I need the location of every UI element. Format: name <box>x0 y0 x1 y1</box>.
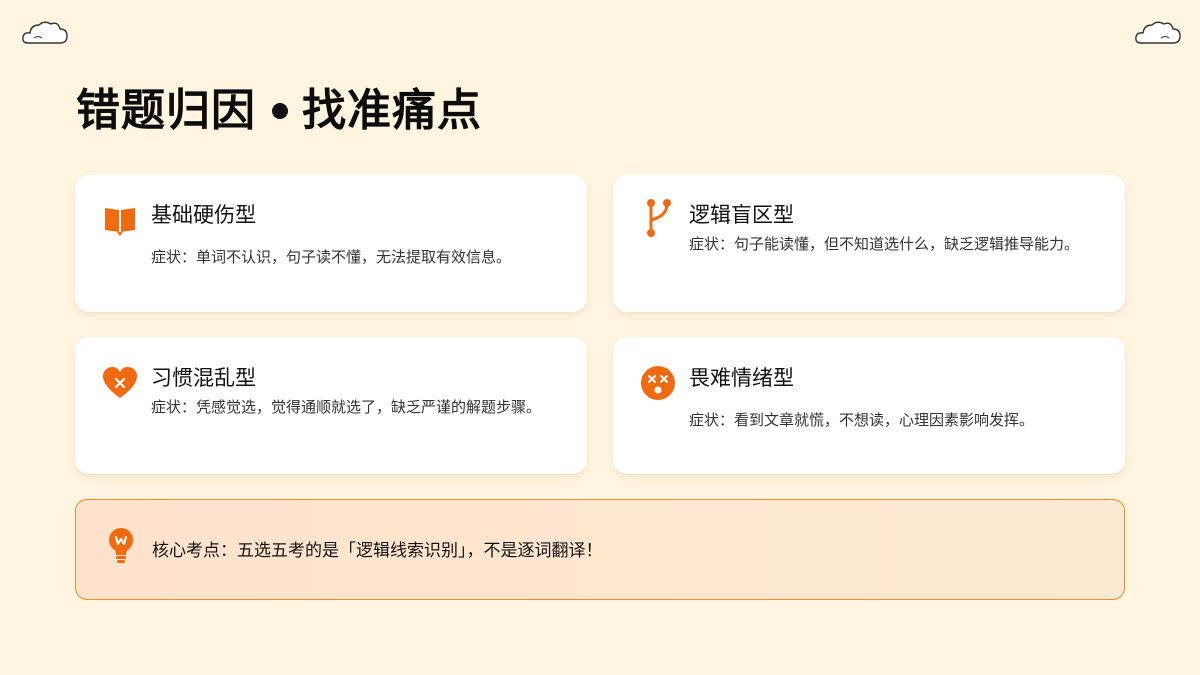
book-icon <box>101 201 139 239</box>
cloud-icon <box>22 21 68 44</box>
card-heading: 逻辑盲区型 <box>689 203 794 227</box>
cause-card-emotion: 畏难情绪型 症状：看到文章就慌，不想读，心理因素影响发挥。 <box>613 337 1125 474</box>
page-title-sub: 找准痛点 <box>302 85 482 136</box>
card-description: 症状：看到文章就慌，不想读，心理因素影响发挥。 <box>689 411 1035 429</box>
page-title-main: 错题归因 <box>76 85 256 136</box>
dizzy-face-icon <box>639 364 677 402</box>
cloud-icon <box>1135 21 1181 44</box>
page-title: 错题归因 找准痛点 <box>76 86 482 136</box>
card-heading: 习惯混乱型 <box>151 366 256 390</box>
lightbulb-icon <box>109 528 133 563</box>
heart-x-icon <box>101 364 139 402</box>
card-description: 症状：凭感觉选，觉得通顺就选了，缺乏严谨的解题步骤。 <box>151 398 542 416</box>
card-description: 症状：单词不认识，句子读不懂，无法提取有效信息。 <box>151 248 512 266</box>
branch-icon <box>639 199 677 237</box>
bullet-dot-icon <box>272 103 288 119</box>
card-heading: 畏难情绪型 <box>689 366 794 390</box>
cause-card-habit: 习惯混乱型 症状：凭感觉选，觉得通顺就选了，缺乏严谨的解题步骤。 <box>75 337 587 474</box>
key-point-callout: 核心考点：五选五考的是「逻辑线索识别」，不是逐词翻译！ <box>75 499 1125 600</box>
card-description: 症状：句子能读懂，但不知道选什么，缺乏逻辑推导能力。 <box>689 235 1080 253</box>
cause-card-foundation: 基础硬伤型 症状：单词不认识，句子读不懂，无法提取有效信息。 <box>75 175 587 312</box>
key-point-text: 核心考点：五选五考的是「逻辑线索识别」，不是逐词翻译！ <box>152 541 603 561</box>
cause-card-logic: 逻辑盲区型 症状：句子能读懂，但不知道选什么，缺乏逻辑推导能力。 <box>613 175 1125 312</box>
card-heading: 基础硬伤型 <box>151 203 256 227</box>
